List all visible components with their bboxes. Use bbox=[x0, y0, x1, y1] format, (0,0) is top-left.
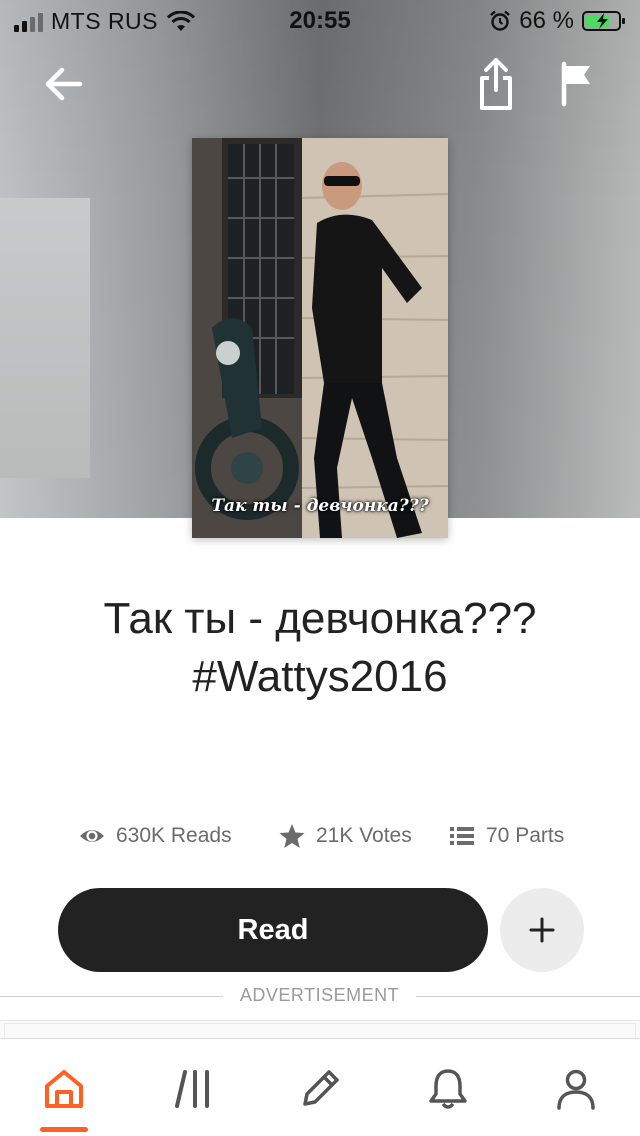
cover-caption: Так ты - девчонка??? bbox=[211, 496, 429, 516]
read-button[interactable]: Read bbox=[58, 888, 488, 972]
reads-stat: 630K Reads bbox=[78, 822, 232, 850]
arrow-left-icon bbox=[45, 67, 83, 101]
adjacent-cover-preview bbox=[0, 198, 90, 478]
add-to-library-button[interactable] bbox=[500, 888, 584, 972]
votes-stat: 21K Votes bbox=[278, 822, 412, 850]
nav-write[interactable] bbox=[290, 1063, 350, 1115]
library-icon bbox=[175, 1070, 209, 1108]
status-bar: MTS RUS 20:55 66 % bbox=[0, 0, 640, 40]
reads-count: 630K Reads bbox=[116, 824, 232, 847]
advertisement-label: ADVERTISEMENT bbox=[239, 985, 400, 1005]
back-button[interactable] bbox=[38, 58, 90, 110]
battery-percent: 66 % bbox=[519, 7, 574, 34]
cover-image bbox=[192, 138, 448, 538]
star-icon bbox=[279, 824, 305, 848]
eye-icon bbox=[80, 830, 104, 842]
flag-icon bbox=[561, 61, 590, 107]
nav-home[interactable] bbox=[34, 1063, 94, 1115]
votes-count: 21K Votes bbox=[316, 824, 412, 847]
parts-stat: 70 Parts bbox=[448, 822, 564, 850]
active-tab-indicator bbox=[40, 1127, 88, 1132]
battery-charging-icon bbox=[582, 11, 625, 31]
divider-line bbox=[0, 996, 223, 997]
plus-icon bbox=[529, 917, 555, 943]
nav-profile[interactable] bbox=[546, 1063, 606, 1115]
home-icon bbox=[45, 1070, 83, 1108]
divider-line bbox=[416, 996, 640, 997]
share-icon bbox=[480, 58, 512, 110]
alarm-icon bbox=[490, 10, 511, 31]
story-title: Так ты - девчонка??? #Wattys2016 bbox=[103, 594, 537, 701]
nav-library[interactable] bbox=[164, 1063, 224, 1115]
pencil-icon bbox=[303, 1070, 339, 1106]
story-cover[interactable]: Так ты - девчонка??? bbox=[192, 138, 448, 538]
nav-notifications[interactable] bbox=[418, 1063, 478, 1115]
bell-icon bbox=[429, 1069, 467, 1109]
status-right: 66 % bbox=[489, 7, 626, 35]
report-flag-button[interactable] bbox=[552, 58, 600, 110]
bottom-navigation bbox=[0, 1038, 640, 1136]
story-stats: 630K Reads 21K Votes 70 Parts bbox=[0, 822, 640, 858]
advertisement-divider: ADVERTISEMENT bbox=[0, 984, 640, 1010]
advertisement-slot[interactable] bbox=[0, 1020, 640, 1038]
person-icon bbox=[557, 1069, 595, 1110]
parts-count: 70 Parts bbox=[486, 824, 565, 847]
list-icon bbox=[450, 827, 474, 845]
share-button[interactable] bbox=[472, 54, 520, 114]
